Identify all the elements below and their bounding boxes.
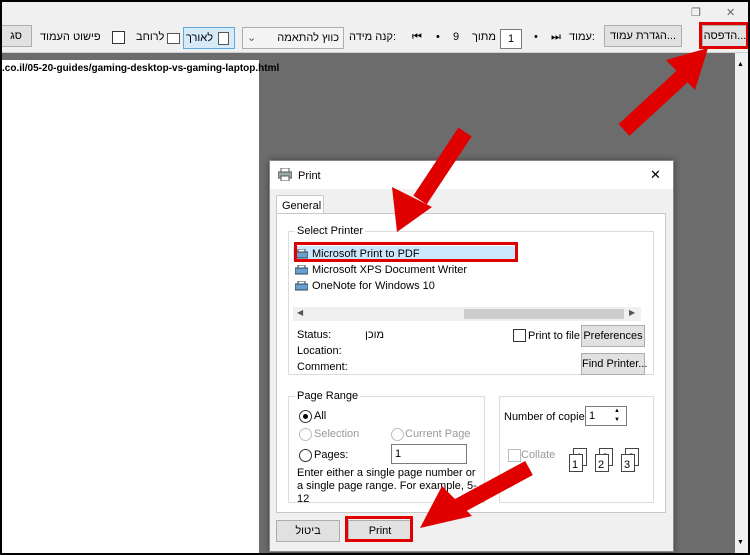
screenshot-frame: ❐ ✕ הדפסה... הגדרת עמוד... עמוד: ⏭ • 1 מ… xyxy=(0,0,750,555)
annotation-arrows xyxy=(392,48,708,528)
arrow-to-print xyxy=(618,48,708,136)
arrow-to-print-button xyxy=(420,460,533,528)
arrow-to-printer xyxy=(392,127,472,232)
